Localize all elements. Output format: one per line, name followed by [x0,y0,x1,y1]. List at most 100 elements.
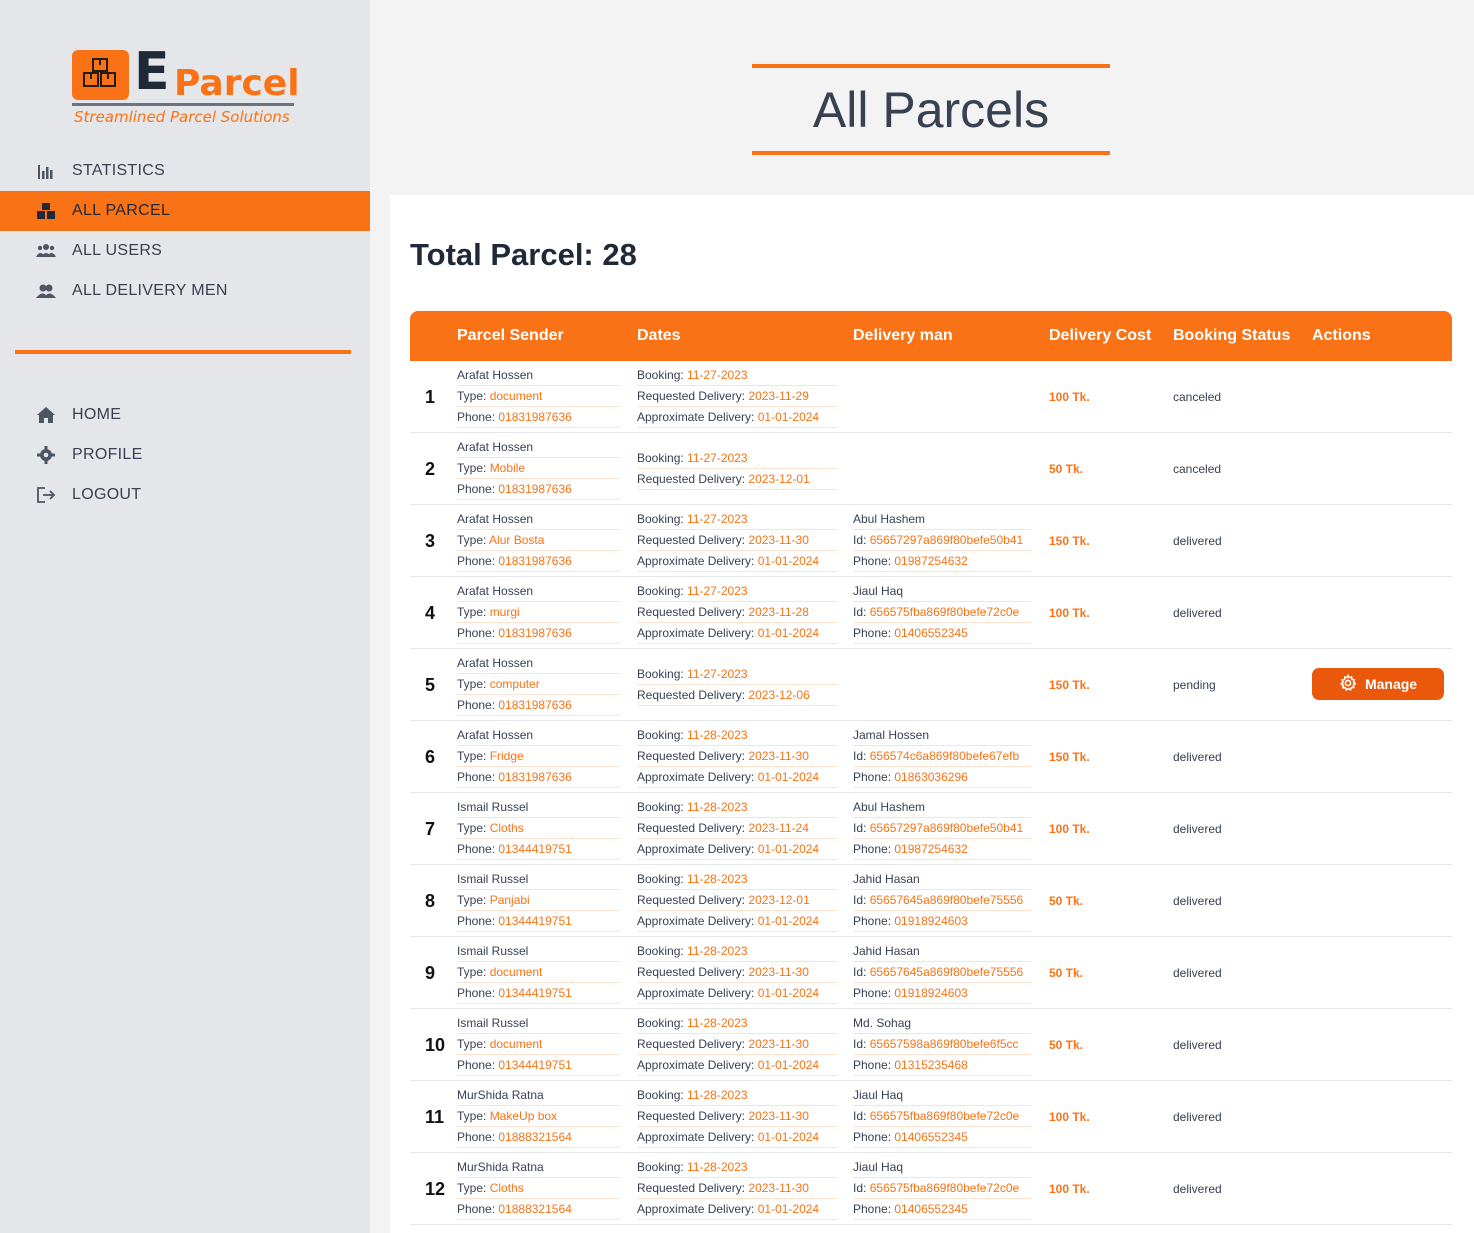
booking-date: 11-27-2023 [687,667,748,681]
delivery-man-id: 65657297a869f80befe50b41 [869,821,1024,835]
sender-name: MurShida Ratna [457,1085,620,1106]
approximate-date: 01-01-2024 [757,1202,820,1216]
sender-type-line: Type: MakeUp box [457,1106,620,1127]
id-label: Id: [853,821,870,835]
delivery-man-name: Jiaul Haq [853,1085,1031,1106]
delivery-man-phone: 01987254632 [894,842,968,856]
sidebar-item-statistics[interactable]: STATISTICS [0,151,370,191]
parcel-type: computer [489,677,540,691]
requested-line: Requested Delivery: 2023-11-30 [637,530,837,551]
sender-name: Arafat Hossen [457,365,620,386]
booking-line: Booking: 11-27-2023 [637,365,837,386]
type-label: Type: [457,1181,490,1195]
phone-label: Phone: [457,698,499,712]
gear-icon [1339,673,1357,695]
page-title: All Parcels [812,81,1050,138]
sender-phone-line: Phone: 01831987636 [457,623,620,644]
table-row: 12 MurShida Ratna Type: Cloths Phone: 01888… [410,1153,1452,1225]
booking-date: 11-27-2023 [687,368,748,382]
booking-line: Booking: 11-28-2023 [637,797,837,818]
id-label: Id: [853,1037,870,1051]
approximate-line: Approximate Delivery: 01-01-2024 [637,623,837,644]
column-header-delivery-cost: Delivery Cost [1049,327,1152,344]
delivery-man-phone: 01863036296 [894,770,968,784]
booking-label: Booking: [637,512,688,526]
sidebar-item-logout[interactable]: LOGOUT [0,475,370,515]
dates-cell: Booking: 11-28-2023 Requested Delivery: 2… [637,1085,837,1148]
dates-cell: Booking: 11-27-2023 Requested Delivery: 2… [637,581,837,644]
sender-phone: 01888321564 [498,1130,572,1144]
requested-date: 2023-11-30 [748,1037,809,1051]
sidebar-item-all-parcel[interactable]: ALL PARCEL [0,191,370,231]
sender-type-line: Type: Cloths [457,1178,620,1199]
parcel-type: Cloths [489,1181,524,1195]
logo[interactable]: E Parcel Streamlined Parcel Solutions [72,42,300,130]
sidebar-item-all-users[interactable]: ALL USERS [0,231,370,271]
requested-date: 2023-11-30 [748,965,809,979]
gear-icon [36,445,56,465]
requested-label: Requested Delivery: [637,389,749,403]
manage-button[interactable]: Manage [1312,668,1444,700]
phone-label: Phone: [457,986,499,1000]
dates-cell: Booking: 11-28-2023 Requested Delivery: 2… [637,869,837,932]
nav-top: STATISTICS ALL PARCEL ALL USERS ALL DELI… [0,151,370,311]
phone-label: Phone: [853,842,895,856]
delivery-man-phone: 01406552345 [894,626,968,640]
requested-date: 2023-11-24 [748,821,809,835]
table-row: 7 Ismail Russel Type: Cloths Phone: 0134441… [410,793,1452,865]
sender-phone-line: Phone: 01344419751 [457,983,620,1004]
delivery-man-cell: Jahid Hasan Id: 65657645a869f80befe75556 P… [853,869,1031,932]
parcel-type: MakeUp box [489,1109,558,1123]
id-label: Id: [853,893,870,907]
sidebar-item-home[interactable]: HOME [0,395,370,435]
requested-line: Requested Delivery: 2023-11-29 [637,386,837,407]
table-row: 5 Arafat Hossen Type: computer Phone: 01831… [410,649,1452,721]
booking-date: 11-27-2023 [687,584,748,598]
row-number: 7 [425,819,436,839]
parcel-type: Alur Bosta [489,533,545,547]
approximate-label: Approximate Delivery: [637,842,758,856]
column-header-delivery-man: Delivery man [853,327,953,344]
row-number: 9 [425,963,436,983]
booking-date: 11-28-2023 [687,944,748,958]
row-number: 3 [425,531,436,551]
approximate-date: 01-01-2024 [757,986,820,1000]
booking-status: delivered [1173,966,1222,980]
dates-cell: Booking: 11-28-2023 Requested Delivery: 2… [637,797,837,860]
type-label: Type: [457,1037,490,1051]
type-label: Type: [457,821,490,835]
requested-date: 2023-11-29 [748,389,809,403]
delivery-man-name: Jahid Hasan [853,869,1031,890]
sender-type-line: Type: computer [457,674,620,695]
sidebar-item-all-delivery-men[interactable]: ALL DELIVERY MEN [0,271,370,311]
sender-phone-line: Phone: 01831987636 [457,551,620,572]
delivery-man-id-line: Id: 65657297a869f80befe50b41 [853,530,1031,551]
approximate-label: Approximate Delivery: [637,770,758,784]
dates-cell: Booking: 11-28-2023 Requested Delivery: 2… [637,1157,837,1220]
delivery-man-id: 65657645a869f80befe75556 [869,965,1024,979]
phone-label: Phone: [457,1130,499,1144]
type-label: Type: [457,965,490,979]
requested-label: Requested Delivery: [637,965,749,979]
delivery-man-name: Jiaul Haq [853,1157,1031,1178]
requested-label: Requested Delivery: [637,605,749,619]
table-body: 1 Arafat Hossen Type: document Phone: 01831… [410,361,1452,1225]
dates-cell: Booking: 11-27-2023 Requested Delivery: 2… [637,509,837,572]
table-row: 10 Ismail Russel Type: document Phone: 0134… [410,1009,1452,1081]
requested-label: Requested Delivery: [637,821,749,835]
dates-cell: Booking: 11-27-2023 Requested Delivery: 2… [637,365,837,428]
approximate-label: Approximate Delivery: [637,1058,758,1072]
booking-label: Booking: [637,800,688,814]
dates-cell: Booking: 11-27-2023 Requested Delivery: 2… [637,448,837,490]
nav-bottom: HOME PROFILE LOGOUT [0,395,370,515]
sidebar-item-profile[interactable]: PROFILE [0,435,370,475]
booking-date: 11-28-2023 [687,728,748,742]
sender-cell: Arafat Hossen Type: Alur Bosta Phone: 0183… [457,509,620,572]
boxes-logo-icon [72,50,129,100]
row-number: 2 [425,459,436,479]
parcel-type: document [489,965,543,979]
type-label: Type: [457,677,490,691]
phone-label: Phone: [853,1058,895,1072]
table-row: 2 Arafat Hossen Type: Mobile Phone: 0183198… [410,433,1452,505]
delivery-man-phone-line: Phone: 01987254632 [853,551,1031,572]
